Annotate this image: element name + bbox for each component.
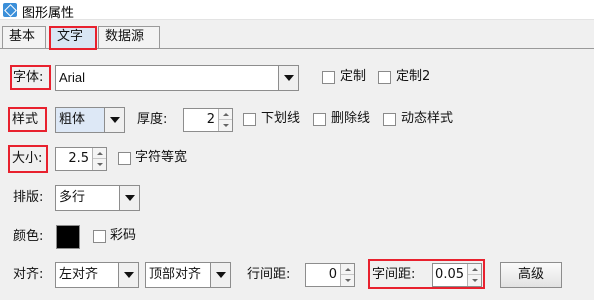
layout-label: 排版: [13,190,44,205]
char-spacing-label: 字间距: [372,267,416,282]
underline-checkbox[interactable] [243,113,256,126]
line-spacing-label: 行间距: [247,267,291,282]
char-spacing-decrement[interactable] [468,275,481,286]
style-dropdown-button[interactable] [104,108,124,132]
line-spacing-value: 0 [328,267,337,282]
arrow-up-icon [472,268,478,271]
tab-text[interactable]: 文字 [50,26,96,48]
arrow-down-icon [97,163,103,166]
h-align-value: 左对齐 [59,267,99,282]
line-spacing-increment[interactable] [341,264,354,275]
line-spacing-decrement[interactable] [341,275,354,286]
arrow-up-icon [345,268,351,271]
chevron-down-icon [124,272,134,278]
thickness-spinner[interactable]: 2 [183,108,233,132]
chevron-down-icon [284,75,294,81]
monospace-label: 字符等宽 [135,150,188,165]
colorcode-checkbox[interactable] [93,230,106,243]
color-swatch[interactable] [56,225,80,249]
custom-label: 定制 [340,69,367,84]
arrow-down-icon [472,279,478,282]
style-label: 样式 [12,112,39,127]
font-dropdown-button[interactable] [278,66,298,90]
tab-divider [0,48,594,49]
chevron-down-icon [216,272,226,278]
size-value: 2.5 [68,151,89,166]
line-spacing-stepper [340,264,354,286]
arrow-up-icon [97,152,103,155]
char-spacing-stepper [467,264,481,286]
v-align-dropdown-button[interactable] [210,263,230,287]
arrow-up-icon [223,113,229,116]
font-label: 字体: [13,70,44,85]
dynamic-style-label: 动态样式 [401,111,454,126]
layout-select-value: 多行 [59,190,86,205]
chevron-down-icon [110,117,120,123]
tab-datasource[interactable]: 数据源 [98,26,160,48]
monospace-checkbox[interactable] [118,152,131,165]
size-increment[interactable] [93,148,106,159]
size-decrement[interactable] [93,159,106,170]
tab-strip: 基本 文字 数据源 [0,20,594,50]
v-align-value: 顶部对齐 [149,267,202,282]
chevron-down-icon [125,195,135,201]
dynamic-style-checkbox[interactable] [383,113,396,126]
style-select-value: 粗体 [59,112,86,127]
align-label: 对齐: [13,267,44,282]
window-title: 图形属性 [22,6,75,21]
line-spacing-spinner[interactable]: 0 [305,263,355,287]
size-label: 大小: [12,151,43,166]
strikethrough-label: 删除线 [331,111,371,126]
strikethrough-checkbox[interactable] [313,113,326,126]
app-icon [3,3,17,17]
arrow-down-icon [223,124,229,127]
custom2-checkbox[interactable] [378,71,391,84]
color-label: 颜色: [13,229,44,244]
style-select[interactable]: 粗体 [55,107,125,133]
size-spinner[interactable]: 2.5 [55,147,107,171]
v-align-select[interactable]: 顶部对齐 [145,262,231,288]
layout-dropdown-button[interactable] [119,186,139,210]
thickness-value: 2 [206,112,215,127]
h-align-select[interactable]: 左对齐 [55,262,139,288]
colorcode-label: 彩码 [110,228,137,243]
thickness-decrement[interactable] [219,120,232,131]
thickness-stepper [218,109,232,131]
advanced-button[interactable]: 高级 [500,262,562,288]
arrow-down-icon [345,279,351,282]
custom2-label: 定制2 [396,69,431,84]
h-align-dropdown-button[interactable] [118,263,138,287]
size-stepper [92,148,106,170]
thickness-label: 厚度: [137,112,168,127]
tab-basic[interactable]: 基本 [2,26,46,48]
custom-checkbox[interactable] [322,71,335,84]
font-select-value: Arial [59,70,86,85]
char-spacing-increment[interactable] [468,264,481,275]
underline-label: 下划线 [261,111,301,126]
char-spacing-value: 0.05 [435,267,464,282]
thickness-increment[interactable] [219,109,232,120]
char-spacing-spinner[interactable]: 0.05 [432,263,482,287]
layout-select[interactable]: 多行 [55,185,140,211]
title-bar: 图形属性 [0,0,594,21]
font-select[interactable]: Arial [55,65,299,91]
